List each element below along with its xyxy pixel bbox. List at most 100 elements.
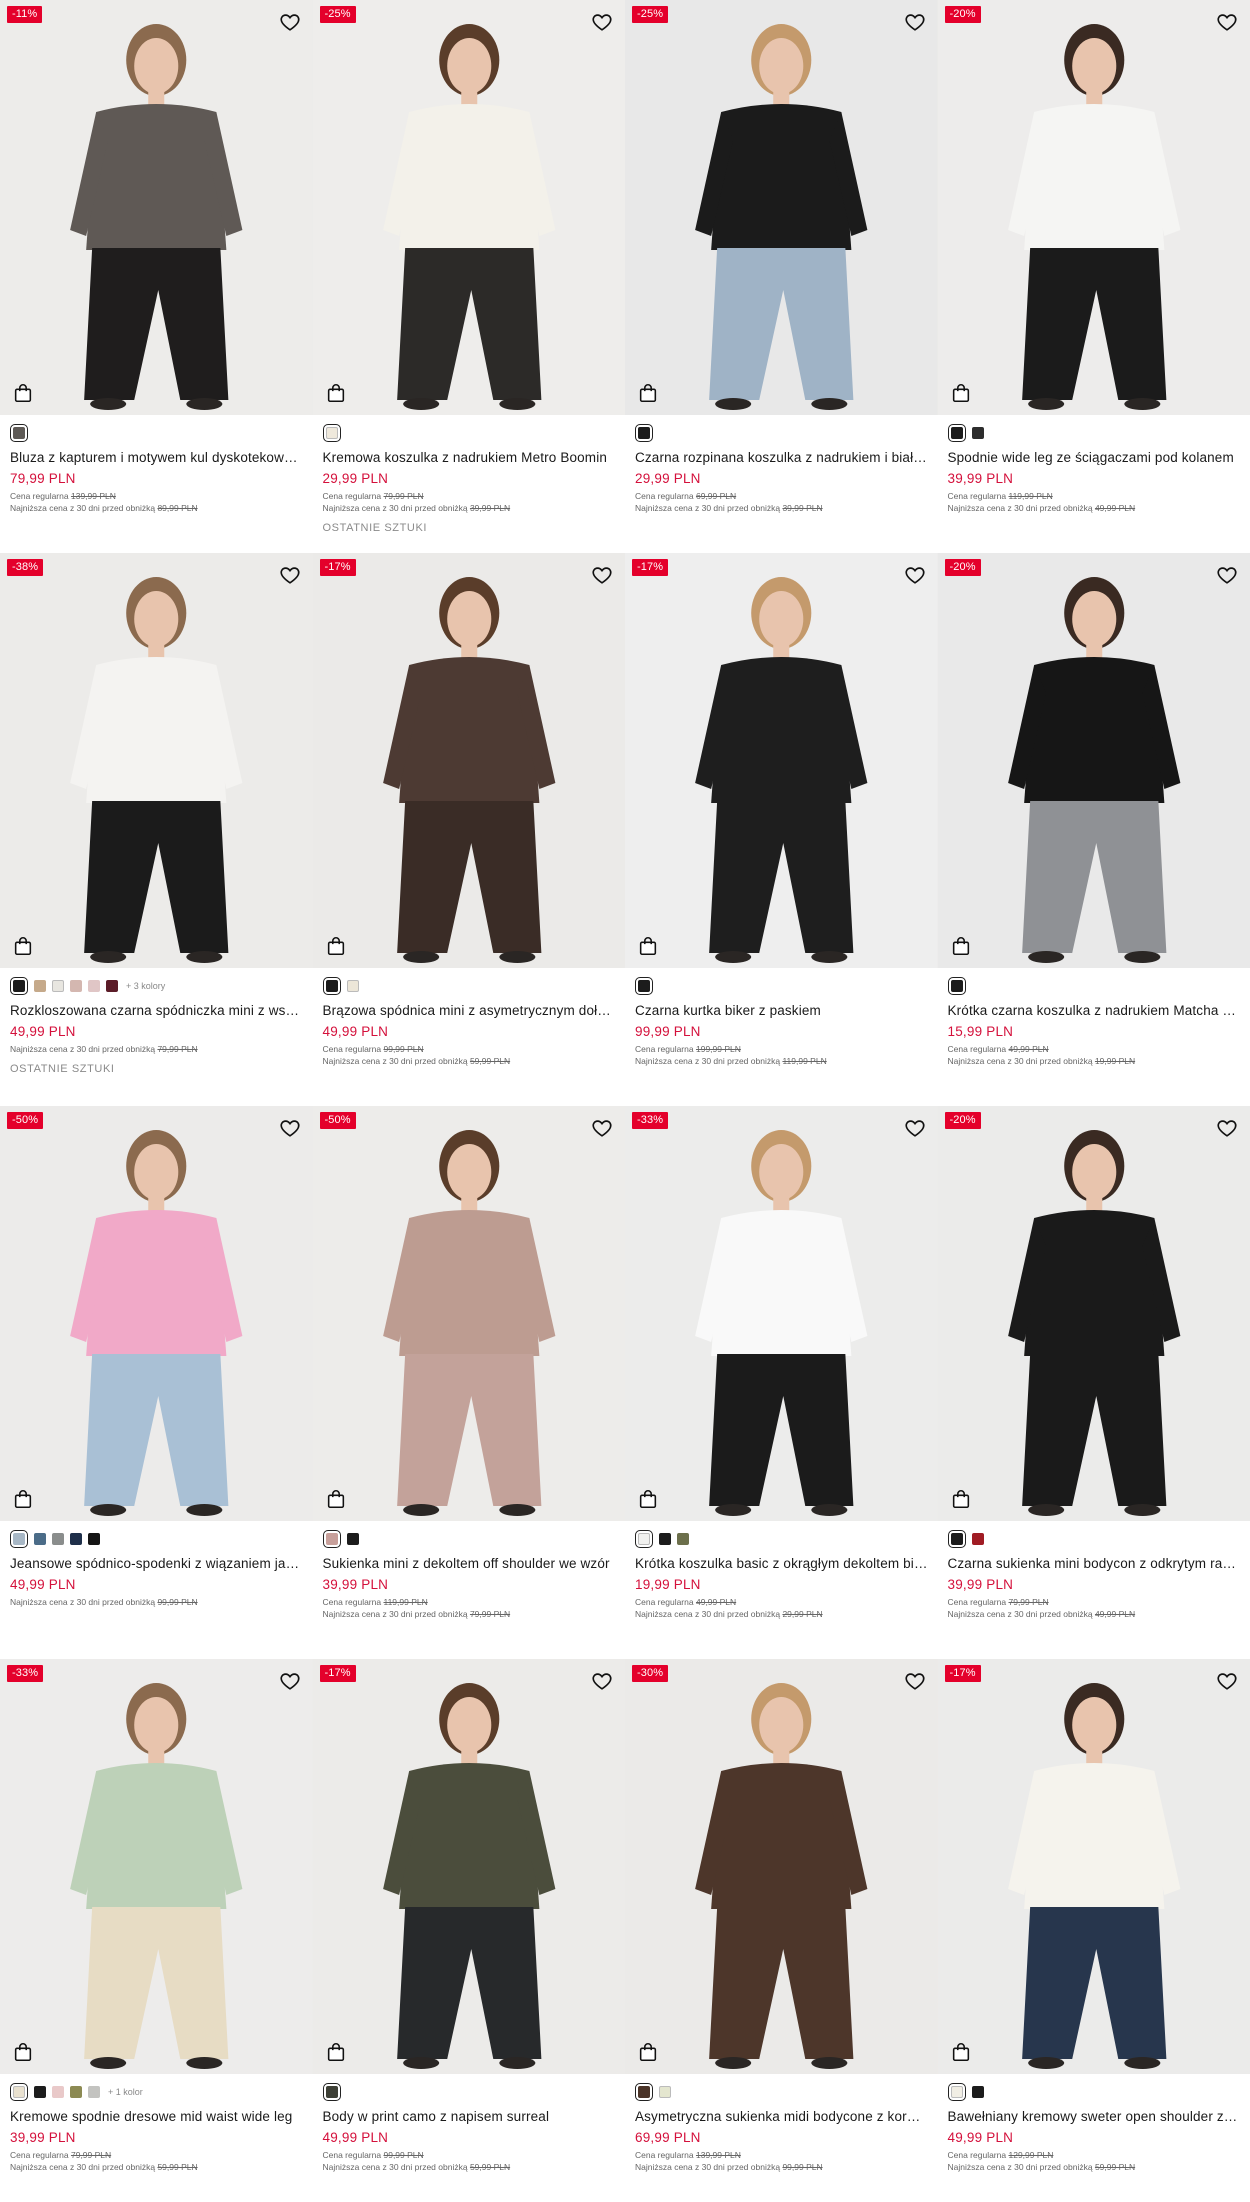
product-card[interactable]: -17% Brązowa spódnica mini z asymetryczn… [312, 553, 625, 1106]
product-card[interactable]: -50% Jeansowe spódnico-spodenki z wiązan… [0, 1106, 313, 1659]
color-swatch[interactable] [34, 2086, 46, 2098]
shopping-bag-icon[interactable] [325, 2041, 347, 2063]
color-swatch[interactable] [947, 2083, 966, 2101]
color-swatch[interactable] [635, 424, 653, 442]
product-name[interactable]: Bawełniany kremowy sweter open shoulder … [948, 2109, 1241, 2124]
more-colors-label[interactable]: + 3 kolory [126, 981, 165, 991]
product-image[interactable]: -17% [937, 1659, 1250, 2074]
product-image[interactable]: -20% [937, 553, 1250, 968]
color-swatch[interactable] [947, 977, 966, 995]
heart-icon[interactable] [904, 1117, 926, 1139]
color-swatch[interactable] [88, 1533, 100, 1545]
product-card[interactable]: -17% Body w print camo z napisem surreal… [312, 1659, 625, 2202]
product-card[interactable]: -11% Bluza z kapturem i motywem kul dysk… [0, 0, 313, 553]
heart-icon[interactable] [591, 1670, 613, 1692]
color-swatch[interactable] [52, 980, 64, 992]
heart-icon[interactable] [1216, 1117, 1238, 1139]
product-name[interactable]: Bluza z kapturem i motywem kul dyskoteko… [10, 450, 303, 465]
color-swatch[interactable] [659, 1533, 671, 1545]
product-image[interactable]: -25% [625, 0, 938, 415]
heart-icon[interactable] [1216, 1670, 1238, 1692]
shopping-bag-icon[interactable] [325, 935, 347, 957]
product-card[interactable]: -20% Spodnie wide leg ze ściągaczami pod… [937, 0, 1250, 553]
color-swatch[interactable] [947, 1530, 966, 1548]
heart-icon[interactable] [904, 564, 926, 586]
color-swatch[interactable] [70, 1533, 82, 1545]
more-colors-label[interactable]: + 1 kolor [108, 2087, 143, 2097]
shopping-bag-icon[interactable] [637, 935, 659, 957]
shopping-bag-icon[interactable] [12, 1488, 34, 1510]
color-swatch[interactable] [971, 2086, 984, 2098]
color-swatch[interactable] [322, 2083, 341, 2101]
product-image[interactable]: -30% [625, 1659, 938, 2074]
shopping-bag-icon[interactable] [950, 2041, 972, 2063]
product-card[interactable]: -33% Krótka koszulka basic z okrągłym de… [625, 1106, 938, 1659]
product-image[interactable]: -17% [625, 553, 938, 968]
shopping-bag-icon[interactable] [637, 382, 659, 404]
product-name[interactable]: Krótka czarna koszulka z nadrukiem Match… [948, 1003, 1241, 1018]
heart-icon[interactable] [904, 1670, 926, 1692]
product-card[interactable]: -38% + 3 kolory Rozkloszowana czarna spó… [0, 553, 313, 1106]
color-swatch[interactable] [52, 2086, 64, 2098]
product-name[interactable]: Sukienka mini z dekoltem off shoulder we… [323, 1556, 616, 1571]
shopping-bag-icon[interactable] [325, 382, 347, 404]
product-card[interactable]: -20% Krótka czarna koszulka z nadrukiem … [937, 553, 1250, 1106]
product-card[interactable]: -17% Bawełniany kremowy sweter open shou… [937, 1659, 1250, 2202]
product-name[interactable]: Spodnie wide leg ze ściągaczami pod kola… [948, 450, 1241, 465]
color-swatch[interactable] [635, 1530, 653, 1548]
color-swatch[interactable] [635, 977, 653, 995]
product-name[interactable]: Rozkloszowana czarna spódniczka mini z w… [10, 1003, 303, 1018]
color-swatch[interactable] [971, 427, 984, 439]
product-image[interactable]: -17% [312, 1659, 625, 2074]
color-swatch[interactable] [346, 980, 359, 992]
product-image[interactable]: -25% [312, 0, 625, 415]
shopping-bag-icon[interactable] [637, 1488, 659, 1510]
color-swatch[interactable] [971, 1533, 984, 1545]
heart-icon[interactable] [1216, 564, 1238, 586]
heart-icon[interactable] [1216, 11, 1238, 33]
heart-icon[interactable] [591, 11, 613, 33]
product-name[interactable]: Kremowa koszulka z nadrukiem Metro Boomi… [323, 450, 616, 465]
color-swatch[interactable] [346, 1533, 359, 1545]
product-name[interactable]: Kremowe spodnie dresowe mid waist wide l… [10, 2109, 303, 2124]
shopping-bag-icon[interactable] [950, 1488, 972, 1510]
shopping-bag-icon[interactable] [637, 2041, 659, 2063]
color-swatch[interactable] [88, 2086, 100, 2098]
color-swatch[interactable] [88, 980, 100, 992]
shopping-bag-icon[interactable] [12, 935, 34, 957]
product-card[interactable]: -33% + 1 kolor Kremowe spodnie dresowe m… [0, 1659, 313, 2202]
product-card[interactable]: -20% Czarna sukienka mini bodycon z odkr… [937, 1106, 1250, 1659]
product-card[interactable]: -17% Czarna kurtka biker z paskiem 99,99… [625, 553, 938, 1106]
color-swatch[interactable] [635, 2083, 653, 2101]
product-image[interactable]: -20% [937, 1106, 1250, 1521]
shopping-bag-icon[interactable] [12, 382, 34, 404]
product-image[interactable]: -17% [312, 553, 625, 968]
color-swatch[interactable] [70, 2086, 82, 2098]
color-swatch[interactable] [70, 980, 82, 992]
color-swatch[interactable] [10, 1530, 28, 1548]
heart-icon[interactable] [279, 564, 301, 586]
shopping-bag-icon[interactable] [12, 2041, 34, 2063]
color-swatch[interactable] [659, 2086, 671, 2098]
product-name[interactable]: Brązowa spódnica mini z asymetrycznym do… [323, 1003, 616, 1018]
shopping-bag-icon[interactable] [950, 382, 972, 404]
product-image[interactable]: -50% [312, 1106, 625, 1521]
product-name[interactable]: Body w print camo z napisem surreal [323, 2109, 616, 2124]
heart-icon[interactable] [591, 564, 613, 586]
color-swatch[interactable] [52, 1533, 64, 1545]
product-name[interactable]: Asymetryczna sukienka midi bodycone z ko… [635, 2109, 928, 2124]
shopping-bag-icon[interactable] [950, 935, 972, 957]
product-image[interactable]: -50% [0, 1106, 313, 1521]
product-card[interactable]: -50% Sukienka mini z dekoltem off should… [312, 1106, 625, 1659]
color-swatch[interactable] [322, 424, 341, 442]
heart-icon[interactable] [279, 1117, 301, 1139]
heart-icon[interactable] [279, 1670, 301, 1692]
heart-icon[interactable] [904, 11, 926, 33]
product-image[interactable]: -33% [0, 1659, 313, 2074]
color-swatch[interactable] [10, 424, 28, 442]
product-card[interactable]: -25% Kremowa koszulka z nadrukiem Metro … [312, 0, 625, 553]
product-image[interactable]: -33% [625, 1106, 938, 1521]
heart-icon[interactable] [591, 1117, 613, 1139]
color-swatch[interactable] [677, 1533, 689, 1545]
product-name[interactable]: Czarna sukienka mini bodycon z odkrytym … [948, 1556, 1241, 1571]
